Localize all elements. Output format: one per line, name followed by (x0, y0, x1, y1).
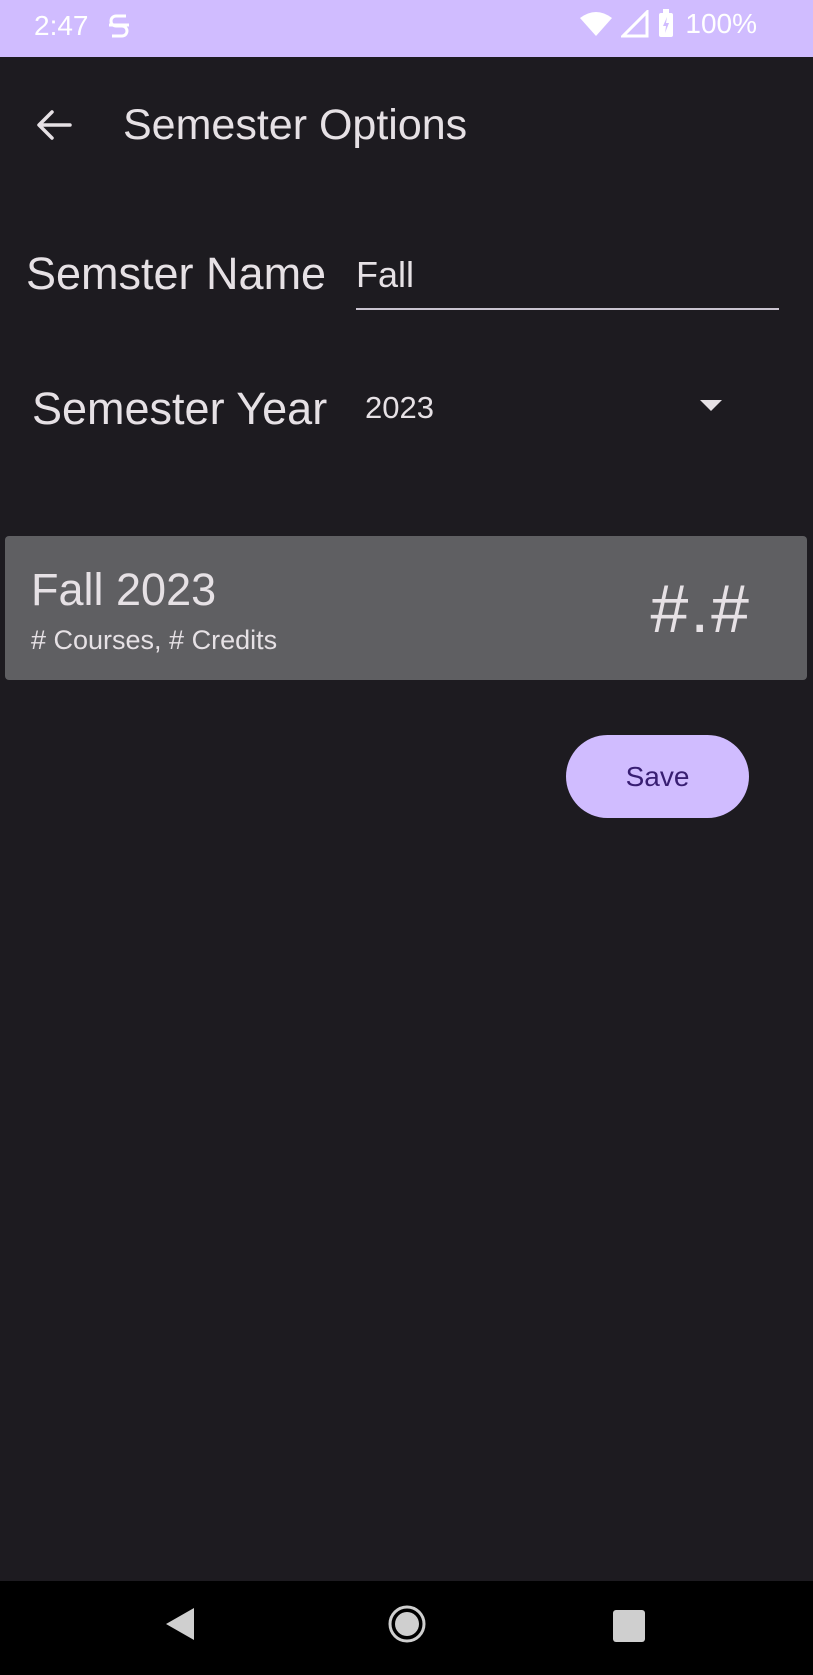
nav-recents-icon[interactable] (613, 1610, 645, 1642)
nav-back-icon[interactable] (164, 1606, 196, 1642)
dropdown-arrow-icon (700, 400, 722, 411)
arrow-back-icon (37, 110, 72, 140)
page-title: Semester Options (123, 101, 468, 149)
navigation-bar (0, 1581, 813, 1675)
card-gpa: #.# (650, 571, 751, 647)
semester-preview-card: Fall 2023 # Courses, # Credits #.# (5, 536, 807, 680)
save-button[interactable]: Save (566, 735, 749, 818)
back-button[interactable] (26, 97, 82, 153)
sync-icon (109, 14, 129, 38)
semester-name-input[interactable] (356, 254, 776, 296)
wifi-icon (580, 12, 613, 36)
status-icons: 100% (579, 8, 757, 40)
status-time: 2:47 (34, 10, 89, 41)
app-bar: Semester Options (0, 57, 813, 192)
semester-year-label: Semester Year (32, 383, 328, 434)
signal-icon (621, 10, 649, 38)
card-subtitle: # Courses, # Credits (31, 625, 278, 655)
status-bar: 2:47 100% (0, 0, 813, 57)
semester-name-label: Semster Name (26, 248, 327, 299)
battery-percentage: 100% (685, 8, 757, 39)
semester-year-value: 2023 (365, 390, 434, 425)
semester-year-dropdown[interactable]: 2023 (344, 372, 764, 440)
nav-home-icon[interactable] (387, 1604, 427, 1644)
battery-icon (659, 9, 674, 37)
semester-name-field[interactable] (356, 240, 779, 310)
card-title: Fall 2023 (31, 564, 217, 615)
